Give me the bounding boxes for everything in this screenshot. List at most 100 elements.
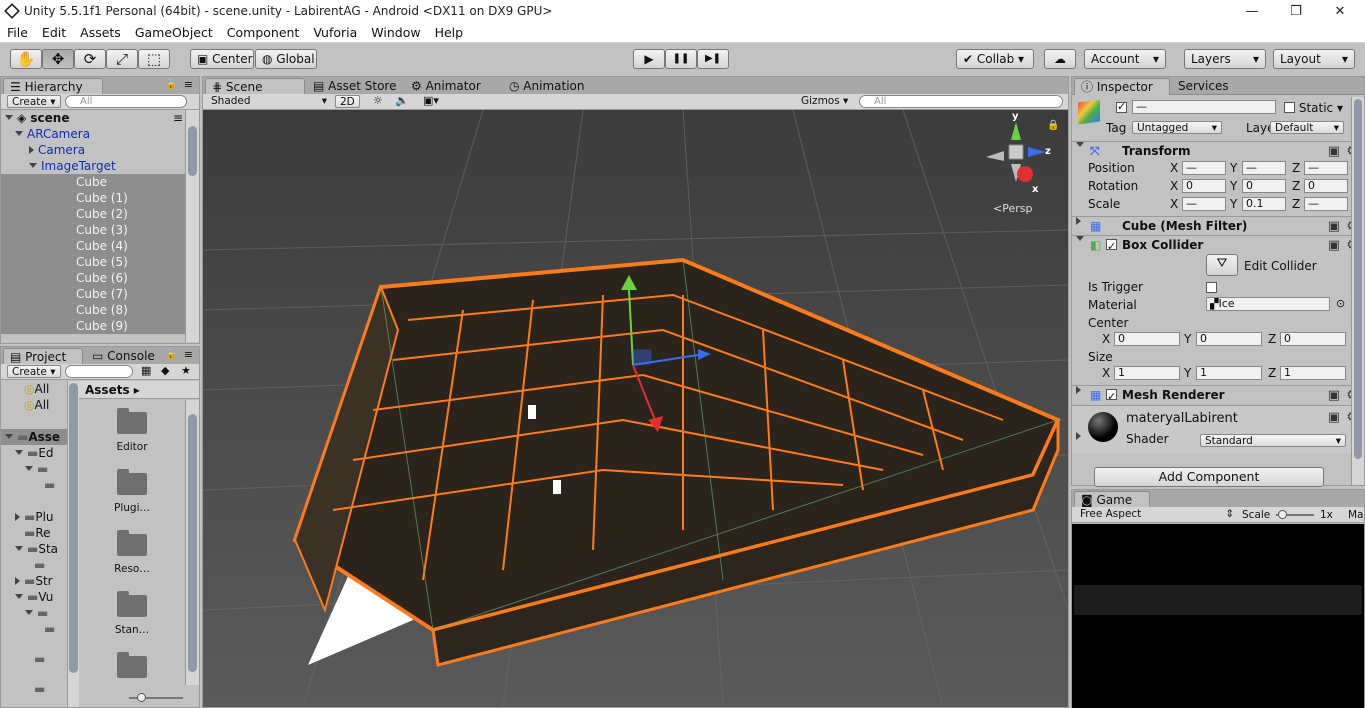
box-collider-enabled-checkbox[interactable] — [1106, 236, 1117, 256]
layer-dropdown[interactable]: Default ▾ — [1270, 121, 1344, 134]
active-checkbox[interactable] — [1116, 100, 1127, 115]
slider-thumb[interactable] — [137, 693, 146, 702]
scene-viewport[interactable]: y z x <Persp 🔒 — [203, 110, 1068, 707]
scroll-thumb[interactable] — [69, 383, 78, 673]
layers-dropdown[interactable]: Layers ▾ — [1184, 49, 1266, 69]
project-tree-item[interactable]: ▬Plu — [1, 509, 67, 525]
toggle-2d-button[interactable]: 2D — [335, 95, 360, 108]
hierarchy-item[interactable]: Cube (9) — [1, 318, 185, 334]
menu-assets[interactable]: Assets — [73, 23, 128, 40]
project-tree-item[interactable]: ▬ — [1, 477, 67, 493]
center-x-field[interactable]: 0 — [1114, 332, 1180, 346]
transform-scale-z-field[interactable]: — — [1304, 197, 1348, 211]
project-tree-item[interactable]: ▬Re — [1, 525, 67, 541]
transform-rotation-y-field[interactable]: 0 — [1242, 179, 1286, 193]
hierarchy-item[interactable]: Cube (4) — [1, 238, 185, 254]
menu-help[interactable]: Help — [428, 23, 471, 40]
game-viewport[interactable] — [1072, 524, 1364, 708]
object-picker-icon[interactable]: ⊙ — [1336, 297, 1345, 310]
create-button[interactable]: Create ▾ — [7, 365, 61, 378]
tab-game[interactable]: ◙ Game — [1074, 491, 1150, 508]
hierarchy-search-input[interactable]: All — [65, 95, 187, 108]
panel-menu-icon[interactable]: ≡ — [184, 78, 193, 91]
hierarchy-item[interactable]: Cube (5) — [1, 254, 185, 270]
hierarchy-item[interactable]: Cube — [1, 174, 185, 190]
project-tree-item[interactable]: ▬Vu — [1, 589, 67, 605]
transform-scale-x-field[interactable]: — — [1182, 197, 1226, 211]
folder-label[interactable]: Stan… — [79, 623, 185, 637]
inspector-scrollbar[interactable] — [1351, 97, 1364, 485]
transform-header[interactable]: ⤧ Transform ▣ ⚙ — [1072, 141, 1364, 160]
hierarchy-item[interactable]: Cube (8) — [1, 302, 185, 318]
scene-lock-icon[interactable]: 🔒 — [1047, 119, 1059, 131]
scene-menu-icon[interactable]: ≡ — [173, 110, 183, 126]
tab-console[interactable]: ▭ Console — [86, 348, 163, 365]
scene-search-input[interactable]: All — [859, 95, 1063, 108]
help-icon[interactable]: ▣ — [1328, 142, 1340, 161]
aspect-dropdown[interactable]: Free Aspect ⇕ — [1076, 508, 1234, 521]
menu-window[interactable]: Window — [364, 23, 427, 40]
maximize-on-play-toggle[interactable]: Ma — [1348, 508, 1364, 522]
is-trigger-checkbox[interactable] — [1206, 281, 1217, 295]
step-button[interactable]: ▶❚ — [697, 49, 729, 69]
center-z-field[interactable]: 0 — [1280, 332, 1346, 346]
project-tree-item[interactable]: ◎All — [1, 381, 67, 397]
project-tree-item[interactable]: ▬Asse — [1, 429, 67, 445]
folder-label[interactable]: Plugi… — [79, 501, 185, 515]
folder-icon[interactable] — [117, 530, 147, 556]
hierarchy-item[interactable]: Cube (3) — [1, 222, 185, 238]
shading-mode-dropdown[interactable]: Shaded ▾ — [207, 95, 327, 108]
project-tree-item[interactable]: ▬ — [1, 621, 67, 637]
tab-services[interactable]: Services — [1172, 78, 1237, 95]
mesh-renderer-header[interactable]: ▦ Mesh Renderer ▣ ⚙ — [1072, 385, 1364, 406]
folder-icon[interactable] — [117, 591, 147, 617]
rotate-tool-button[interactable]: ⟳ — [74, 49, 106, 69]
scene-root-row[interactable]: ◈ scene — [5, 110, 69, 126]
folder-icon[interactable] — [117, 652, 147, 678]
project-tree-item[interactable]: ▬Sta — [1, 541, 67, 557]
project-search-input[interactable] — [65, 365, 133, 378]
project-tree-item[interactable]: ▬ — [1, 651, 67, 667]
static-toggle[interactable]: Static ▾ — [1284, 101, 1343, 115]
collab-button[interactable]: ✔ Collab ▾ — [956, 49, 1034, 69]
pivot-center-button[interactable]: ▣ Center — [190, 49, 254, 69]
gameobject-name-field[interactable]: — — [1132, 100, 1276, 114]
folder-label[interactable]: Editor — [79, 440, 185, 454]
menu-component[interactable]: Component — [220, 23, 307, 40]
menu-file[interactable]: File — [0, 23, 35, 40]
center-y-field[interactable]: 0 — [1196, 332, 1262, 346]
menu-gameobject[interactable]: GameObject — [128, 23, 220, 40]
lock-icon[interactable]: 🔒 — [165, 79, 177, 90]
scroll-thumb[interactable] — [1354, 99, 1362, 459]
box-collider-header[interactable]: ◧ Box Collider ▣ ⚙ — [1072, 235, 1364, 256]
help-icon[interactable]: ▣ — [1328, 236, 1340, 255]
scroll-thumb[interactable] — [188, 414, 197, 672]
tab-animator[interactable]: ⚙ Animator — [405, 78, 489, 95]
project-tree-item[interactable]: ▬ — [1, 681, 67, 697]
folder-label[interactable]: Reso… — [79, 562, 185, 576]
asset-grid-scrollbar[interactable] — [185, 400, 199, 685]
transform-position-z-field[interactable]: — — [1304, 161, 1348, 175]
project-tree-item[interactable]: ◎All — [1, 397, 67, 413]
transform-position-x-field[interactable]: — — [1182, 161, 1226, 175]
mesh-filter-header[interactable]: ▦ Cube (Mesh Filter) ▣ ⚙ — [1072, 216, 1364, 235]
gizmos-dropdown[interactable]: Gizmos ▾ — [797, 95, 852, 108]
minimize-button[interactable]: — — [1230, 1, 1274, 22]
project-tree-item[interactable]: ▬Str — [1, 573, 67, 589]
hierarchy-item[interactable]: ImageTarget — [1, 158, 185, 174]
size-z-field[interactable]: 1 — [1280, 366, 1346, 380]
menu-edit[interactable]: Edit — [35, 23, 73, 40]
shader-dropdown[interactable]: Standard ▾ — [1200, 434, 1346, 447]
project-tree-item[interactable]: ▬ — [1, 605, 67, 621]
layout-dropdown[interactable]: Layout ▾ — [1273, 49, 1355, 69]
play-button[interactable]: ▶ — [633, 49, 665, 69]
help-icon[interactable]: ▣ — [1328, 410, 1340, 425]
favorite-star-icon[interactable]: ★ — [181, 364, 191, 377]
add-component-button[interactable]: Add Component — [1094, 467, 1324, 487]
slider-thumb[interactable] — [1278, 510, 1287, 519]
tab-project[interactable]: ▤ Project — [3, 348, 83, 365]
project-tree-item[interactable]: ▬ — [1, 461, 67, 477]
hierarchy-item[interactable]: Cube (2) — [1, 206, 185, 222]
maximize-button[interactable]: ❐ — [1274, 1, 1318, 22]
lighting-icon[interactable]: ☼ — [373, 94, 383, 107]
